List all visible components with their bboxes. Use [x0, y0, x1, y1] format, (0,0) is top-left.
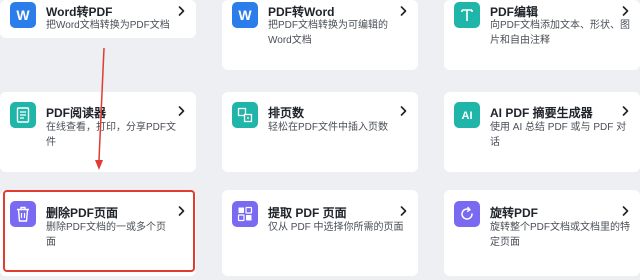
tool-description: 旋转整个PDF文档或文档里的特定页面	[490, 222, 630, 248]
page-number-icon	[232, 102, 258, 128]
svg-text:W: W	[16, 7, 30, 23]
tool-description: 轻松在PDF文件中插入页数	[268, 122, 388, 133]
tool-description: 仅从 PDF 中选择你所需的页面	[268, 222, 404, 233]
svg-text:AI: AI	[462, 110, 473, 122]
tool-card-page-numbers[interactable]: 排页数 轻松在PDF文件中插入页数	[222, 92, 418, 172]
chevron-right-icon	[620, 206, 630, 216]
tool-description: 向PDF文档添加文本、形状、图片和自由注释	[490, 20, 630, 46]
trash-icon	[10, 201, 36, 227]
tool-card-rotate-pdf[interactable]: 旋转PDF 旋转整个PDF文档或文档里的特定页面	[444, 190, 640, 276]
svg-text:W: W	[238, 7, 252, 23]
extract-pages-icon	[232, 201, 258, 227]
chevron-right-icon	[620, 106, 630, 116]
tool-card-pdf-to-word[interactable]: W PDF转Word 把PDF文档转换为可编辑的Word文档	[222, 0, 418, 70]
tool-description: 把PDF文档转换为可编辑的Word文档	[268, 20, 388, 46]
word-icon: W	[232, 2, 258, 28]
chevron-right-icon	[176, 206, 186, 216]
ai-icon: AI	[454, 102, 480, 128]
tool-title: AI PDF 摘要生成器	[490, 106, 593, 120]
text-icon	[454, 2, 480, 28]
tool-card-word-to-pdf[interactable]: W Word转PDF 把Word文档转换为PDF文档	[0, 0, 196, 38]
tool-description: 把Word文档转换为PDF文档	[46, 20, 170, 31]
tool-title: 排页数	[268, 106, 305, 120]
tool-description: 在线查看，打印，分享PDF文件	[46, 122, 176, 148]
document-icon	[10, 102, 36, 128]
tool-card-pdf-edit[interactable]: PDF编辑 向PDF文档添加文本、形状、图片和自由注释	[444, 0, 640, 70]
tool-description: 使用 AI 总结 PDF 或与 PDF 对话	[490, 122, 627, 148]
tool-title: 旋转PDF	[490, 206, 539, 220]
rotate-icon	[454, 201, 480, 227]
chevron-right-icon	[398, 106, 408, 116]
tool-card-delete-pages[interactable]: 删除PDF页面 删除PDF文档的一或多个页面	[0, 190, 196, 276]
chevron-right-icon	[176, 106, 186, 116]
tool-card-pdf-reader[interactable]: PDF阅读器 在线查看，打印，分享PDF文件	[0, 92, 196, 172]
chevron-right-icon	[620, 6, 630, 16]
word-icon: W	[10, 2, 36, 28]
chevron-right-icon	[398, 206, 408, 216]
tool-title: 提取 PDF 页面	[268, 206, 347, 220]
tool-card-extract-pages[interactable]: 提取 PDF 页面 仅从 PDF 中选择你所需的页面	[222, 190, 418, 276]
chevron-right-icon	[176, 6, 186, 16]
tool-card-ai-summary[interactable]: AI AI PDF 摘要生成器 使用 AI 总结 PDF 或与 PDF 对话	[444, 92, 640, 172]
tool-description: 删除PDF文档的一或多个页面	[46, 222, 166, 248]
tool-title: 删除PDF页面	[46, 206, 119, 220]
tool-title: PDF阅读器	[46, 106, 107, 120]
chevron-right-icon	[398, 6, 408, 16]
